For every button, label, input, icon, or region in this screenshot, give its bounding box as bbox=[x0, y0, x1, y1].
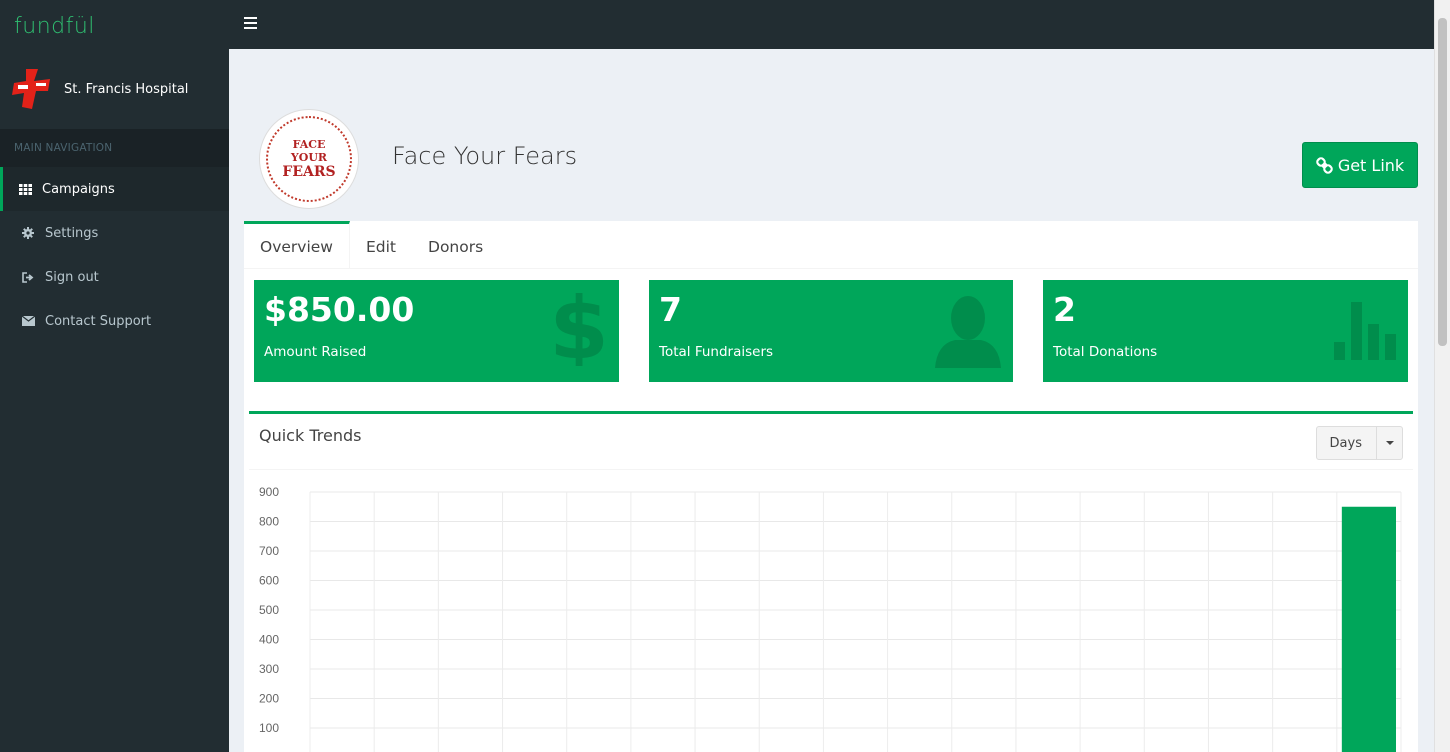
stat-total-fundraisers: 7 Total Fundraisers bbox=[649, 280, 1013, 382]
nav-header: MAIN NAVIGATION bbox=[0, 129, 229, 167]
envelope-icon bbox=[20, 316, 36, 326]
quick-trends-header: Quick Trends Days bbox=[249, 414, 1413, 470]
sidebar-item-settings[interactable]: Settings bbox=[0, 211, 229, 255]
stat-amount-raised: $850.00 Amount Raised $ bbox=[254, 279, 619, 382]
stat-value: 7 bbox=[659, 290, 682, 329]
period-dropdown-label: Days bbox=[1317, 427, 1377, 459]
y-tick-label: 300 bbox=[259, 662, 279, 676]
tab-donors[interactable]: Donors bbox=[412, 221, 499, 269]
sidebar-item-label: Contact Support bbox=[45, 313, 152, 329]
quick-trends-title: Quick Trends bbox=[259, 426, 362, 445]
stat-label: Total Donations bbox=[1053, 344, 1158, 360]
link-icon bbox=[1316, 156, 1333, 174]
tab-edit[interactable]: Edit bbox=[350, 221, 412, 269]
quick-trends-box: Quick Trends Days 100 200 300 400 500 600 700 8… bbox=[249, 411, 1413, 752]
scrollbar-thumb[interactable] bbox=[1438, 18, 1447, 346]
get-link-label: Get Link bbox=[1337, 155, 1405, 175]
campaign-tabs-box: Overview Edit Donors $850.00 Amount Rais… bbox=[244, 221, 1418, 752]
y-tick-label: 700 bbox=[259, 544, 279, 558]
page-scrollbar[interactable] bbox=[1434, 0, 1450, 752]
org-logo-icon bbox=[10, 67, 54, 111]
y-tick-label: 100 bbox=[259, 721, 279, 735]
sidebar-item-contact-support[interactable]: Contact Support bbox=[0, 299, 229, 343]
sidebar-item-label: Settings bbox=[45, 225, 99, 241]
gear-icon bbox=[20, 227, 36, 239]
tab-bar: Overview Edit Donors bbox=[244, 221, 1418, 269]
sidebar-item-campaigns[interactable]: Campaigns bbox=[0, 167, 229, 211]
menu-toggle-icon[interactable] bbox=[244, 17, 257, 29]
campaign-avatar: FACE YOUR FEARS bbox=[259, 109, 359, 209]
sidebar-item-sign-out[interactable]: Sign out bbox=[0, 255, 229, 299]
stat-value: 2 bbox=[1053, 290, 1076, 329]
campaign-title: Face Your Fears bbox=[392, 142, 578, 170]
chart-bar[interactable] bbox=[1341, 506, 1396, 752]
y-tick-label: 800 bbox=[259, 515, 279, 529]
brand-logo[interactable]: fundfül bbox=[0, 0, 229, 49]
get-link-button[interactable]: Get Link bbox=[1302, 142, 1418, 188]
stat-value: $850.00 bbox=[264, 290, 415, 329]
user-icon bbox=[933, 294, 1003, 372]
main-content: FACE YOUR FEARS Face Your Fears Get Link… bbox=[229, 49, 1434, 752]
grid-icon bbox=[17, 183, 33, 195]
y-tick-label: 600 bbox=[259, 574, 279, 588]
org-panel: St. Francis Hospital bbox=[0, 49, 229, 129]
avatar-line-2: YOUR bbox=[290, 151, 328, 164]
sidebar-item-label: Campaigns bbox=[42, 181, 115, 197]
stat-label: Total Fundraisers bbox=[659, 344, 774, 360]
dollar-icon: $ bbox=[549, 279, 609, 379]
tab-overview[interactable]: Overview bbox=[244, 221, 350, 269]
quick-trends-chart: 100 200 300 400 500 600 700 800 900 bbox=[259, 485, 1402, 752]
y-tick-label: 900 bbox=[259, 485, 279, 499]
period-dropdown[interactable]: Days bbox=[1315, 426, 1403, 460]
stat-total-donations: 2 Total Donations bbox=[1043, 280, 1408, 382]
bar-chart-icon bbox=[1334, 302, 1398, 364]
sign-out-icon bbox=[20, 271, 36, 283]
svg-text:$: $ bbox=[549, 286, 609, 366]
y-tick-label: 400 bbox=[259, 633, 279, 647]
avatar-line-3: FEARS bbox=[282, 164, 336, 180]
sidebar-item-label: Sign out bbox=[45, 269, 99, 285]
stat-label: Amount Raised bbox=[264, 344, 367, 360]
caret-down-icon[interactable] bbox=[1377, 427, 1402, 459]
y-tick-label: 500 bbox=[259, 603, 279, 617]
brand-logo-text: fundfül bbox=[14, 14, 95, 39]
top-bar bbox=[229, 0, 1434, 49]
avatar-line-1: FACE bbox=[292, 138, 326, 151]
y-tick-label: 200 bbox=[259, 692, 279, 706]
sidebar: fundfül St. Francis Hospital MAIN NAVIGA… bbox=[0, 0, 229, 752]
org-name: St. Francis Hospital bbox=[64, 81, 189, 97]
